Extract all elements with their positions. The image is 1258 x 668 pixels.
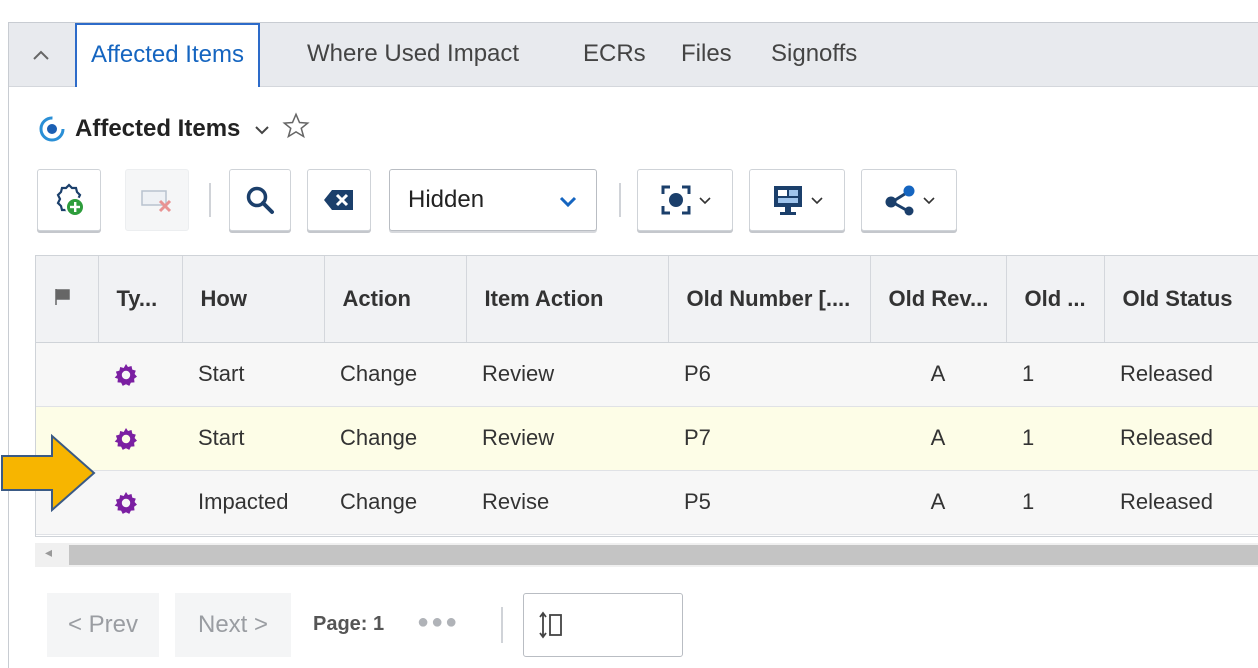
item-action-cell: Review [466, 406, 668, 471]
view-mode-button[interactable] [637, 169, 733, 231]
remove-item-icon [141, 190, 172, 213]
chevron-down-icon [811, 192, 823, 208]
old-number-cell: P5 [668, 470, 870, 535]
pagination: < Prev Next > Page: 1 ●●● [47, 593, 747, 657]
add-item-button[interactable] [37, 169, 101, 231]
old-status-cell: Released [1104, 406, 1258, 471]
search-button[interactable] [229, 169, 291, 231]
view-mode-icon [661, 185, 691, 215]
panel-title: Affected Items [75, 115, 241, 142]
old-rev-cell: A [870, 342, 1006, 407]
tab-bar: Affected Items Where Used Impact ECRs Fi… [9, 23, 1258, 87]
next-page-button[interactable]: Next > [175, 593, 291, 657]
tab-affected-items[interactable]: Affected Items [75, 23, 260, 87]
column-header-old-rev[interactable]: Old Rev... [870, 256, 1007, 343]
old-gen-cell: 1 [1006, 342, 1104, 407]
toolbar-separator [209, 183, 211, 217]
tab-ecrs[interactable]: ECRs [583, 23, 646, 85]
affected-items-grid: Ty... How Action Item Action Old Number … [35, 255, 1258, 537]
old-number-cell: P7 [668, 406, 870, 471]
toolbar-separator [619, 183, 621, 217]
grid-header-row: Ty... How Action Item Action Old Number … [36, 256, 1258, 343]
how-cell: Start [182, 406, 324, 471]
old-rev-cell: A [870, 406, 1006, 471]
flag-cell [36, 342, 98, 407]
tab-where-used-impact[interactable]: Where Used Impact [307, 23, 519, 85]
action-cell: Change [324, 406, 466, 471]
action-cell: Change [324, 342, 466, 407]
tab-files[interactable]: Files [681, 23, 732, 85]
item-action-cell: Revise [466, 470, 668, 535]
scrollbar-thumb[interactable] [69, 545, 1258, 565]
collapse-icon[interactable] [27, 41, 55, 69]
search-icon [246, 186, 274, 214]
column-header-type[interactable]: Ty... [98, 256, 183, 343]
favorite-star-icon[interactable] [282, 111, 310, 147]
search-mode-value: Hidden [408, 186, 485, 213]
table-row[interactable]: Impacted Change Revise P5 A 1 Released [36, 470, 1258, 535]
search-mode-select[interactable]: Hidden [389, 169, 597, 231]
column-header-old-gen[interactable]: Old ... [1006, 256, 1105, 343]
part-gear-icon [114, 364, 137, 386]
pager-separator [501, 607, 503, 643]
old-status-cell: Released [1104, 342, 1258, 407]
relationship-panel: Affected Items Where Used Impact ECRs Fi… [8, 22, 1258, 668]
share-icon [885, 185, 915, 216]
column-header-flag[interactable] [36, 256, 99, 343]
chevron-down-icon[interactable] [254, 119, 270, 140]
add-gear-icon [56, 183, 85, 217]
part-gear-icon [114, 428, 137, 450]
share-button[interactable] [861, 169, 957, 231]
horizontal-scrollbar[interactable]: ◂ [35, 543, 1258, 567]
row-height-icon [539, 611, 562, 639]
display-button[interactable] [749, 169, 845, 231]
flag-icon [55, 288, 70, 305]
column-header-action[interactable]: Action [324, 256, 467, 343]
column-header-how[interactable]: How [182, 256, 325, 343]
part-gear-icon [114, 492, 137, 514]
grid-toolbar: Hidden [37, 169, 1037, 231]
prev-page-button[interactable]: < Prev [47, 593, 159, 657]
tab-signoffs[interactable]: Signoffs [771, 23, 857, 85]
type-cell [98, 342, 182, 407]
aras-logo-icon [39, 116, 65, 142]
action-cell: Change [324, 470, 466, 535]
clear-icon [324, 190, 353, 210]
panel-header: Affected Items [39, 111, 310, 147]
how-cell: Start [182, 342, 324, 407]
type-cell [98, 470, 182, 535]
old-number-cell: P6 [668, 342, 870, 407]
table-row[interactable]: Start Change Review P7 A 1 Released [36, 406, 1258, 471]
more-pages-icon[interactable]: ●●● [417, 611, 459, 634]
annotation-arrow-icon [1, 434, 96, 512]
chevron-down-icon [699, 192, 711, 208]
chevron-down-icon [558, 188, 578, 216]
old-gen-cell: 1 [1006, 470, 1104, 535]
clear-search-button[interactable] [307, 169, 371, 231]
column-header-old-number[interactable]: Old Number [.... [668, 256, 871, 343]
old-gen-cell: 1 [1006, 406, 1104, 471]
row-height-input[interactable] [523, 593, 683, 657]
chevron-down-icon [923, 192, 935, 208]
display-icon [774, 186, 802, 215]
how-cell: Impacted [182, 470, 324, 535]
remove-item-button[interactable] [125, 169, 189, 231]
page-indicator: Page: 1 [313, 613, 385, 635]
column-header-item-action[interactable]: Item Action [466, 256, 669, 343]
item-action-cell: Review [466, 342, 668, 407]
column-header-old-status[interactable]: Old Status [1104, 256, 1258, 343]
old-status-cell: Released [1104, 470, 1258, 535]
type-cell [98, 406, 182, 471]
old-rev-cell: A [870, 470, 1006, 535]
scroll-left-icon[interactable]: ◂ [45, 544, 52, 561]
table-row[interactable]: Start Change Review P6 A 1 Released [36, 342, 1258, 407]
